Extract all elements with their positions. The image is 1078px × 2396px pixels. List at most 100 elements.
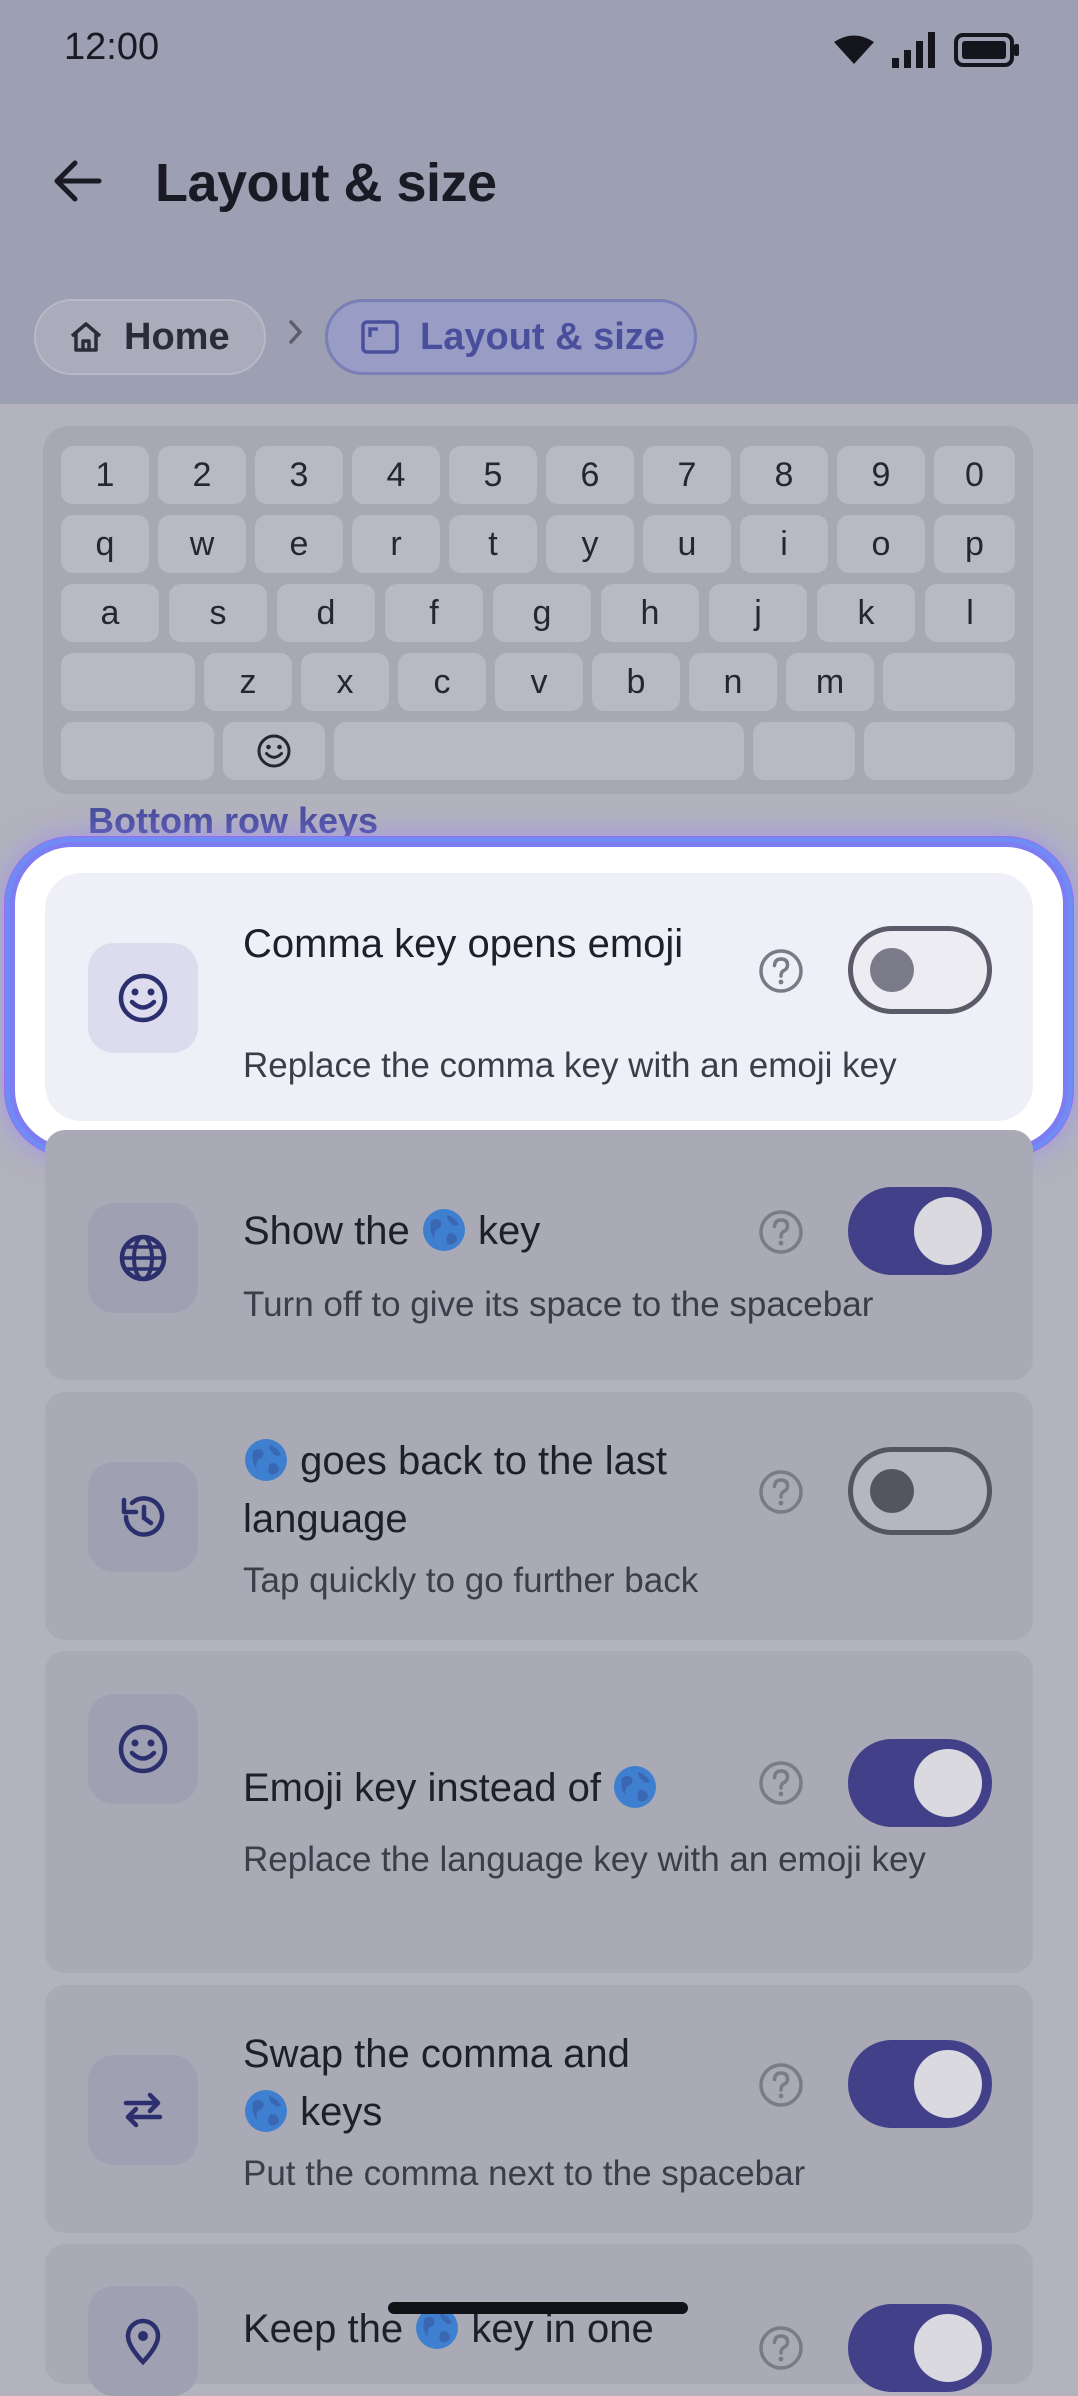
help-icon[interactable]	[757, 947, 805, 995]
key: l	[925, 584, 1015, 642]
page-title: Layout & size	[155, 153, 497, 213]
setting-description: Put the comma next to the spacebar	[243, 2154, 806, 2193]
globe-emoji-icon	[245, 2090, 287, 2132]
key: 5	[449, 446, 537, 504]
home-icon	[70, 322, 102, 352]
status-time: 12:00	[64, 26, 160, 68]
keyboard-preview: 1 2 3 4 5 6 7 8 9 0 q w e r t y u i o p …	[43, 426, 1033, 794]
key: q	[61, 515, 149, 573]
shift-key	[61, 653, 195, 711]
key: 6	[546, 446, 634, 504]
toggle-switch[interactable]	[848, 1447, 992, 1535]
battery-icon	[954, 33, 1019, 67]
key: b	[592, 653, 680, 711]
setting-keep-globe-key[interactable]: Keep the key in one	[45, 2244, 1033, 2396]
key: k	[817, 584, 915, 642]
help-icon[interactable]	[757, 2324, 805, 2372]
key: n	[689, 653, 777, 711]
toggle-switch[interactable]	[848, 926, 992, 1014]
key: f	[385, 584, 483, 642]
app-header: 12:00 Layout & size Home Layout & size	[0, 0, 1078, 404]
toggle-switch[interactable]	[848, 1187, 992, 1275]
help-icon[interactable]	[757, 1759, 805, 1807]
emoji-key	[223, 722, 325, 780]
emoji-icon	[118, 1724, 168, 1774]
status-icons	[834, 28, 1020, 72]
key: s	[169, 584, 267, 642]
key: z	[204, 653, 292, 711]
key: 7	[643, 446, 731, 504]
key: j	[709, 584, 807, 642]
setting-emoji-instead-of-globe[interactable]: Emoji key instead of Replace the languag…	[45, 1651, 1033, 1973]
setting-title: goes back to the last language	[243, 1439, 668, 1541]
setting-title: Comma key opens emoji	[243, 922, 684, 966]
setting-comma-emoji[interactable]: Comma key opens emoji Replace the comma …	[45, 873, 1033, 1121]
setting-icon-tile	[88, 1694, 198, 1804]
setting-icon-tile	[88, 1203, 198, 1313]
key: r	[352, 515, 440, 573]
symbols-key	[61, 722, 214, 780]
key: g	[493, 584, 591, 642]
chevron-right-icon	[289, 320, 303, 344]
home-indicator[interactable]	[388, 2302, 688, 2314]
key: y	[546, 515, 634, 573]
setting-description: Replace the comma key with an emoji key	[243, 1046, 897, 1085]
breadcrumb-current[interactable]: Layout & size	[325, 299, 697, 375]
key: 1	[61, 446, 149, 504]
key: 2	[158, 446, 246, 504]
setting-icon-tile	[88, 1462, 198, 1572]
key: u	[643, 515, 731, 573]
key: i	[740, 515, 828, 573]
enter-key	[864, 722, 1015, 780]
key: p	[934, 515, 1015, 573]
key: t	[449, 515, 537, 573]
emoji-icon	[118, 973, 168, 1023]
period-key	[753, 722, 855, 780]
help-icon[interactable]	[757, 1468, 805, 1516]
arrow-left-icon	[54, 160, 102, 202]
help-icon[interactable]	[757, 1208, 805, 1256]
setting-icon-tile	[88, 2055, 198, 2165]
key: w	[158, 515, 246, 573]
breadcrumb-current-label: Layout & size	[420, 315, 665, 358]
key: 4	[352, 446, 440, 504]
toggle-switch[interactable]	[848, 1739, 992, 1827]
setting-title: Show the key	[243, 1209, 541, 1253]
toggle-switch[interactable]	[848, 2040, 992, 2128]
globe-emoji-icon	[614, 1766, 657, 1808]
key: c	[398, 653, 486, 711]
key: h	[601, 584, 699, 642]
globe-emoji-icon	[245, 1439, 287, 1481]
key: e	[255, 515, 343, 573]
key: 3	[255, 446, 343, 504]
breadcrumb-home-label: Home	[124, 315, 230, 358]
wifi-icon	[834, 35, 874, 64]
setting-description: Replace the language key with an emoji k…	[243, 1840, 926, 1879]
location-icon	[125, 2318, 161, 2366]
toggle-switch[interactable]	[848, 2304, 992, 2392]
setting-title: Swap the comma and keys	[243, 2032, 630, 2134]
backspace-key	[883, 653, 1015, 711]
setting-title: Emoji key instead of	[243, 1759, 763, 1817]
breadcrumb-home[interactable]: Home	[34, 299, 266, 375]
swap-arrows-icon	[123, 2092, 163, 2128]
key: 0	[934, 446, 1015, 504]
key: 8	[740, 446, 828, 504]
signal-icon	[892, 32, 935, 68]
key: v	[495, 653, 583, 711]
back-button[interactable]	[40, 144, 114, 218]
globe-icon	[119, 1234, 167, 1282]
key: o	[837, 515, 925, 573]
key: d	[277, 584, 375, 642]
setting-show-globe-key[interactable]: Show the key Turn off to give its space …	[45, 1130, 1033, 1380]
emoji-icon	[257, 734, 291, 768]
help-icon[interactable]	[757, 2061, 805, 2109]
setting-icon-tile	[88, 2286, 198, 2396]
globe-emoji-icon	[422, 1209, 465, 1251]
history-icon	[121, 1496, 165, 1537]
setting-description: Tap quickly to go further back	[243, 1561, 699, 1600]
spacebar-key	[334, 722, 744, 780]
key: m	[786, 653, 874, 711]
setting-swap-comma-globe[interactable]: Swap the comma and keys Put the comma ne…	[45, 1985, 1033, 2233]
setting-globe-last-language[interactable]: goes back to the last language Tap quick…	[45, 1392, 1033, 1640]
